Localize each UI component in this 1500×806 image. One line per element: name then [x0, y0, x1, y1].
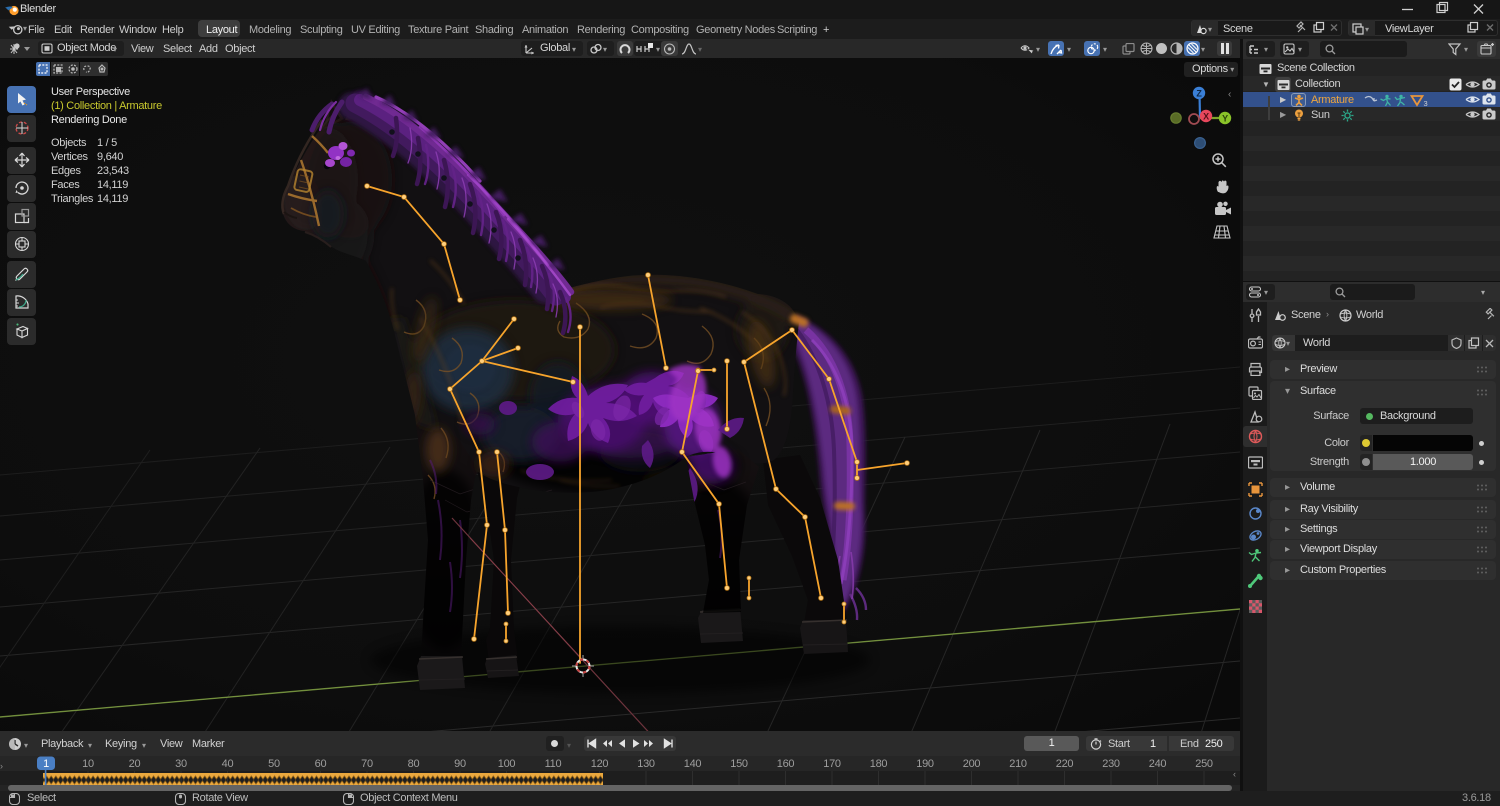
svg-text:130: 130	[637, 758, 655, 770]
svg-text:210: 210	[1009, 758, 1027, 770]
svg-text:90: 90	[454, 758, 466, 770]
svg-text:10: 10	[82, 758, 94, 770]
svg-text:240: 240	[1149, 758, 1167, 770]
svg-text:100: 100	[498, 758, 516, 770]
svg-text:3: 3	[1424, 99, 1428, 107]
svg-text:190: 190	[916, 758, 934, 770]
svg-text:250: 250	[1195, 758, 1213, 770]
svg-text:X: X	[1203, 112, 1209, 122]
svg-text:150: 150	[730, 758, 748, 770]
svg-text:20: 20	[129, 758, 141, 770]
svg-text:70: 70	[361, 758, 373, 770]
svg-text:170: 170	[823, 758, 841, 770]
svg-text:Z: Z	[1196, 89, 1202, 99]
svg-text:30: 30	[175, 758, 187, 770]
svg-text:80: 80	[408, 758, 420, 770]
svg-text:120: 120	[591, 758, 609, 770]
svg-text:200: 200	[963, 758, 981, 770]
svg-text:1: 1	[43, 758, 49, 770]
svg-text:50: 50	[268, 758, 280, 770]
svg-text:60: 60	[315, 758, 327, 770]
svg-text:140: 140	[684, 758, 702, 770]
svg-text:110: 110	[545, 758, 562, 770]
svg-text:230: 230	[1102, 758, 1120, 770]
svg-text:Y: Y	[1222, 114, 1228, 124]
svg-text:180: 180	[870, 758, 888, 770]
svg-text:220: 220	[1056, 758, 1074, 770]
svg-text:40: 40	[222, 758, 234, 770]
svg-text:160: 160	[777, 758, 795, 770]
